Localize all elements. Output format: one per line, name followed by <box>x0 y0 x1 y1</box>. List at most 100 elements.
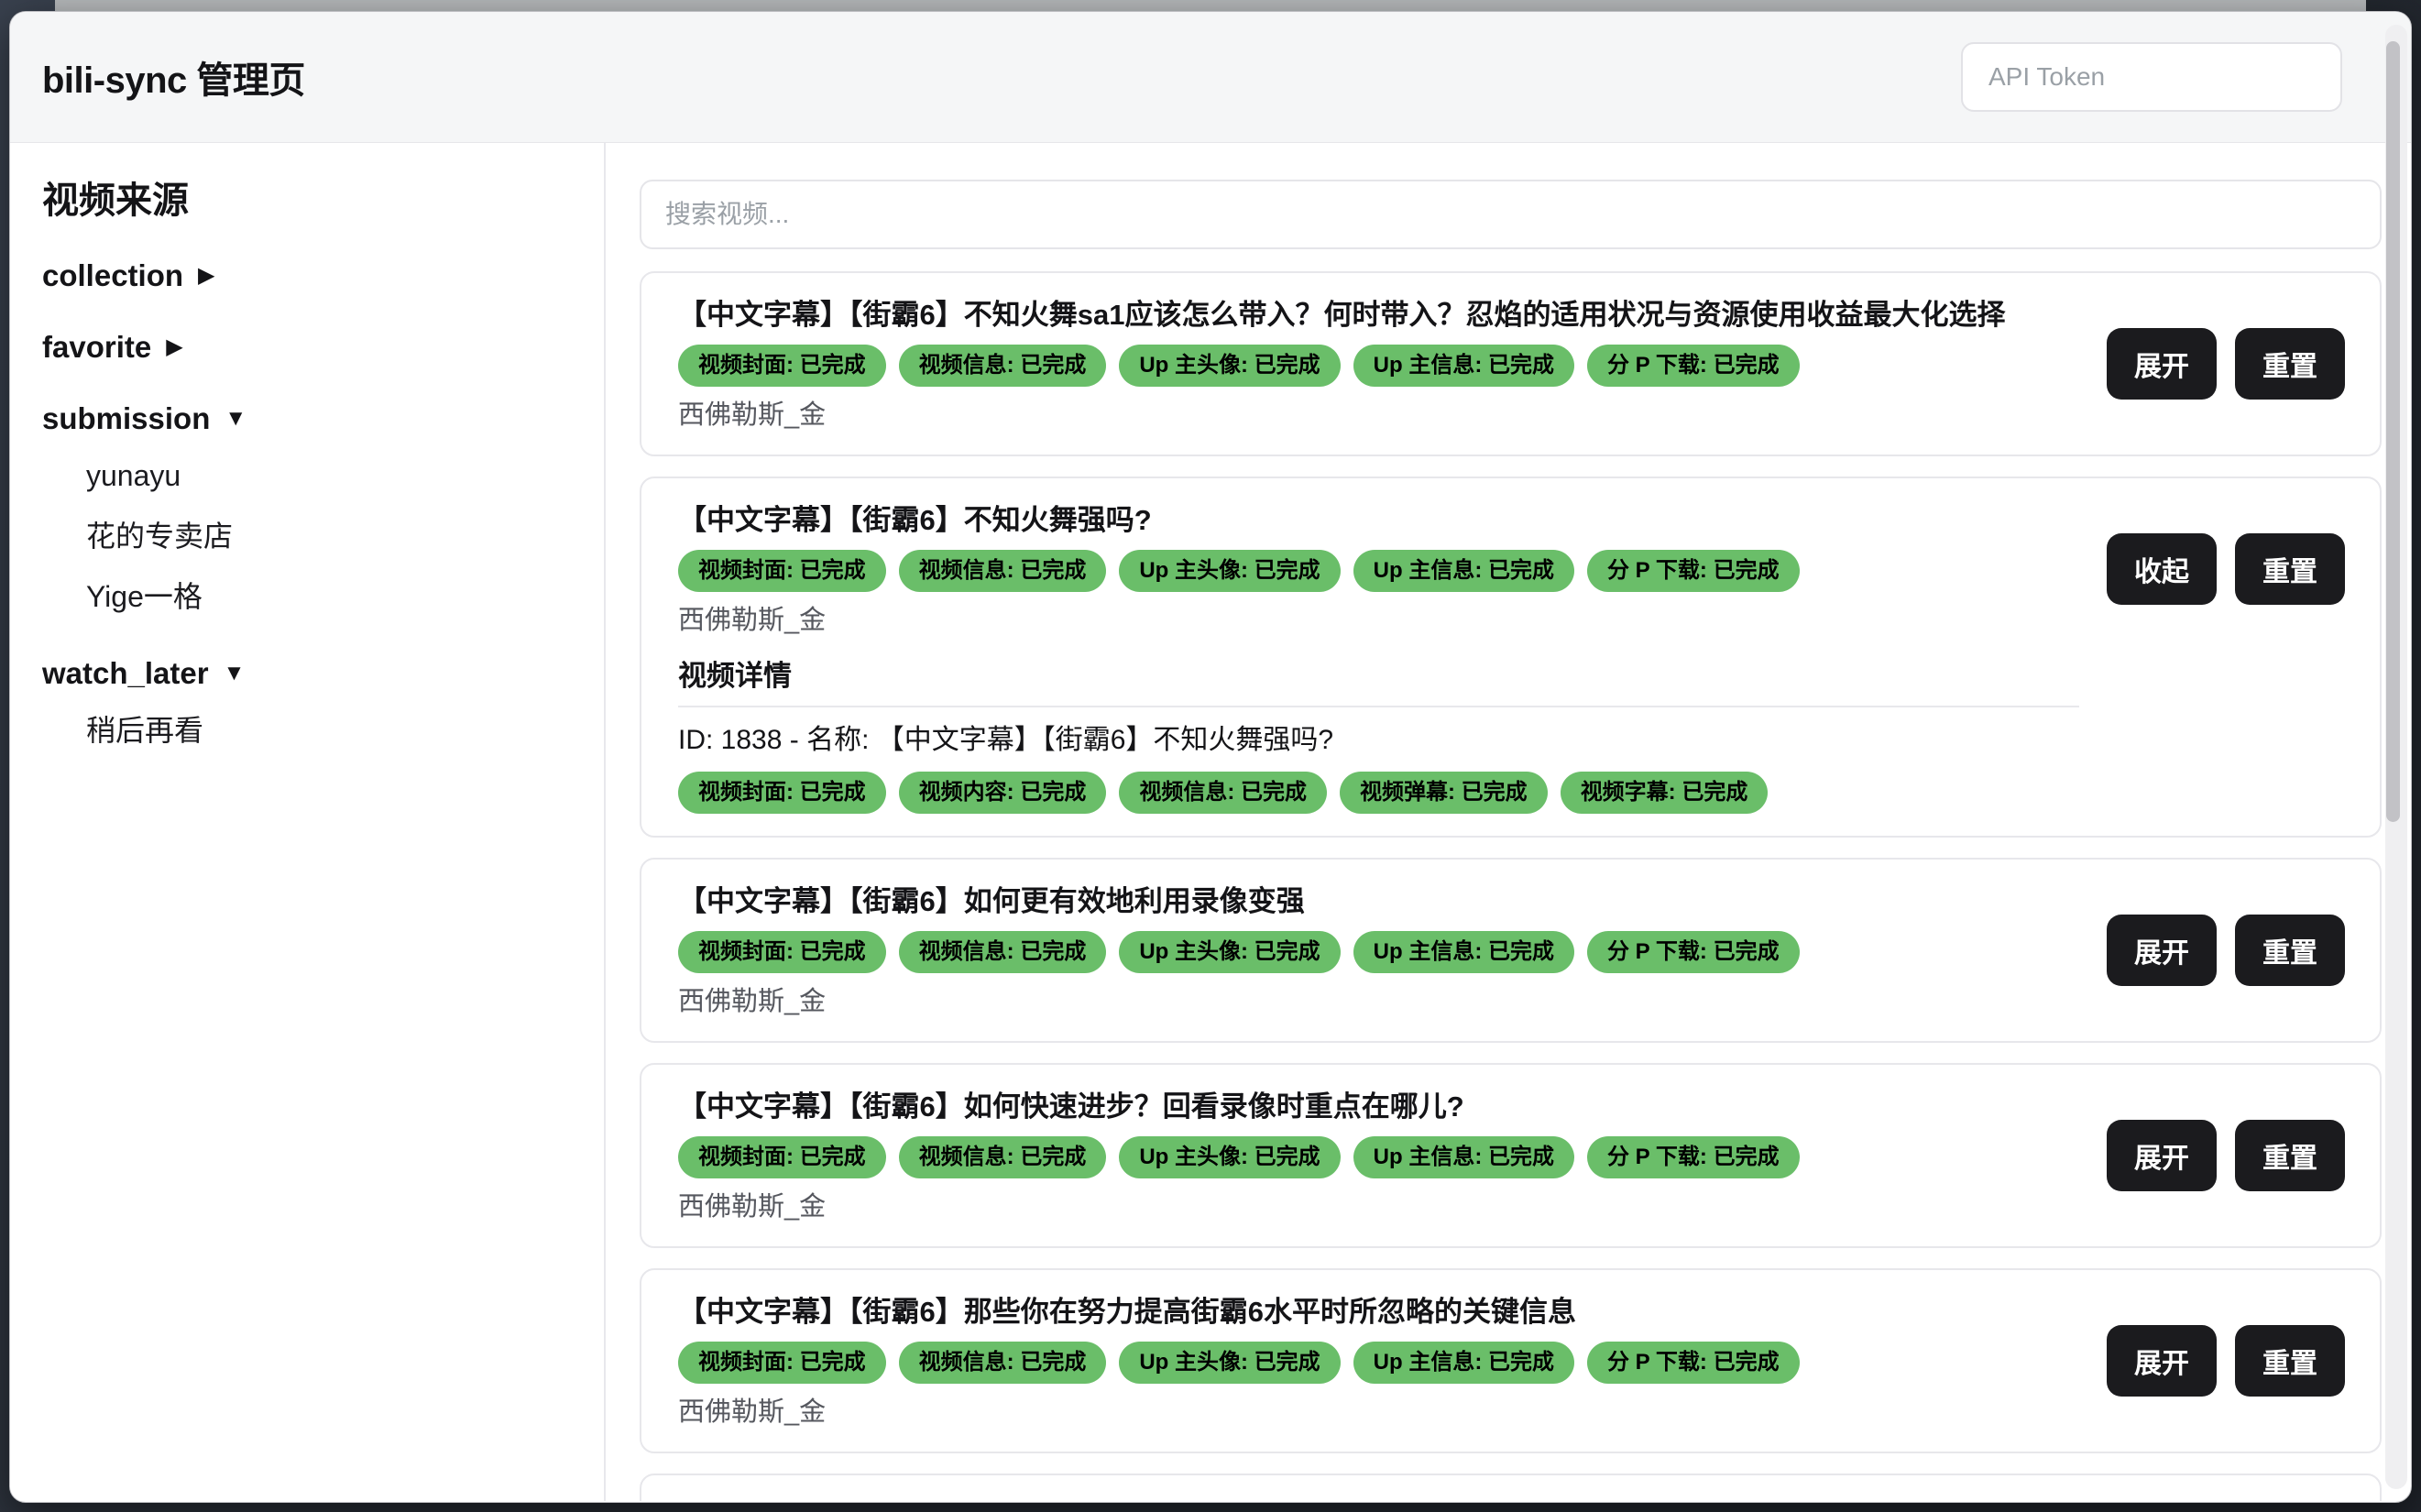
status-badge: 视频封面: 已完成 <box>678 1342 886 1384</box>
video-card: 【中文字幕】【街霸6】如何更有效地利用录像变强 视频封面: 已完成视频信息: 已… <box>640 858 2382 1043</box>
status-badge: 视频内容: 已完成 <box>899 772 1107 814</box>
status-badge: 视频封面: 已完成 <box>678 550 886 592</box>
video-details-heading: 视频详情 <box>678 658 2079 695</box>
expand-arrow-icon: ▼ <box>224 653 246 694</box>
status-badge: 视频信息: 已完成 <box>899 345 1107 387</box>
uploader-name: 西佛勒斯_金 <box>678 603 2079 638</box>
video-card: 【中文字幕】【街霸6】如何快速进步？回看录像时重点在哪儿? 视频封面: 已完成视… <box>640 1063 2382 1248</box>
expand-button[interactable]: 展开 <box>2107 1325 2217 1397</box>
status-badge: 分 P 下载: 已完成 <box>1587 1136 1800 1178</box>
card-actions: 展开 重置 <box>2107 328 2345 400</box>
video-status-badges: 视频封面: 已完成视频信息: 已完成 Up 主头像: 已完成 Up 主信息: 已完成… <box>678 1342 2079 1384</box>
card-actions: 展开 重置 <box>2107 1325 2345 1397</box>
app-window: bili-sync 管理页 视频来源 collection ▶ favorite… <box>9 11 2412 1503</box>
scrollbar-thumb[interactable] <box>2386 41 2400 822</box>
uploader-name: 西佛勒斯_金 <box>678 984 2079 1019</box>
sidebar-group-row[interactable]: watch_later ▼ <box>42 653 576 694</box>
video-card: 【中文字幕】【街霸6】那些你在努力提高街霸6水平时所忽略的关键信息 视频封面: … <box>640 1268 2382 1453</box>
status-badge: 视频弹幕: 已完成 <box>1340 772 1548 814</box>
status-badge: 分 P 下载: 已完成 <box>1587 1342 1800 1384</box>
video-details: 视频详情 ID: 1838 - 名称: 【中文字幕】【街霸6】不知火舞强吗? 视… <box>678 658 2079 814</box>
status-badge: Up 主信息: 已完成 <box>1353 1136 1574 1178</box>
video-status-badges: 视频封面: 已完成视频信息: 已完成Up 主头像: 已完成Up 主信息: 已完成… <box>678 931 2079 973</box>
video-card-content: 【中文字幕】【街霸6】如何选择进攻选项? 视频封面: 已完成视频信息: 已完成U… <box>678 1499 2079 1501</box>
status-badge: Up 主信息: 已完成 <box>1353 1342 1574 1384</box>
sidebar-groups: collection ▶ favorite ▶ submission ▼ yun… <box>42 256 576 751</box>
reset-button[interactable]: 重置 <box>2235 1120 2345 1191</box>
expand-arrow-icon: ▶ <box>198 256 214 296</box>
video-card-content: 【中文字幕】【街霸6】如何更有效地利用录像变强 视频封面: 已完成视频信息: 已… <box>678 883 2079 1019</box>
video-status-badges: 视频封面: 已完成视频信息: 已完成Up 主头像: 已完成Up 主信息: 已完成… <box>678 1136 2079 1178</box>
app-header: bili-sync 管理页 <box>10 12 2411 143</box>
expand-button[interactable]: 展开 <box>2107 1120 2217 1191</box>
video-card-content: 【中文字幕】【街霸6】那些你在努力提高街霸6水平时所忽略的关键信息 视频封面: … <box>678 1294 2079 1430</box>
uploader-name: 西佛勒斯_金 <box>678 1395 2079 1430</box>
sidebar-video-sources: 视频来源 collection ▶ favorite ▶ submission … <box>10 143 606 1501</box>
sidebar-group-row[interactable]: submission ▼ <box>42 399 576 439</box>
status-badge: 视频封面: 已完成 <box>678 772 886 814</box>
card-actions: 展开 重置 <box>2107 1120 2345 1191</box>
sidebar-group: collection ▶ <box>42 256 576 296</box>
reset-button[interactable]: 重置 <box>2235 533 2345 605</box>
status-badge: Up 主信息: 已完成 <box>1353 550 1574 592</box>
sidebar-child-item[interactable]: 花的专卖店 <box>86 516 576 556</box>
reset-button[interactable]: 重置 <box>2235 915 2345 986</box>
status-badge: Up 主头像: 已完成 <box>1119 550 1340 592</box>
sidebar-group-children: 稍后再看 <box>42 710 576 751</box>
sidebar-child-item[interactable]: yunayu <box>86 455 576 496</box>
main-content: 【中文字幕】【街霸6】不知火舞sa1应该怎么带入？何时带入？忍焰的适用状况与资源… <box>606 143 2411 1501</box>
sidebar-group-label: submission <box>42 399 210 439</box>
reset-button[interactable]: 重置 <box>2235 1325 2345 1397</box>
video-title: 【中文字幕】【街霸6】如何选择进攻选项? <box>678 1499 2079 1501</box>
uploader-name: 西佛勒斯_金 <box>678 398 2079 433</box>
sidebar-group: watch_later ▼ 稍后再看 <box>42 653 576 751</box>
status-badge: 分 P 下载: 已完成 <box>1587 931 1800 973</box>
status-badge: Up 主头像: 已完成 <box>1119 1342 1340 1384</box>
status-badge: 视频信息: 已完成 <box>899 1136 1107 1178</box>
video-title: 【中文字幕】【街霸6】如何更有效地利用录像变强 <box>678 883 2079 920</box>
video-status-badges: 视频封面: 已完成视频信息: 已完成Up 主头像: 已完成Up 主信息: 已完成… <box>678 550 2079 592</box>
video-details-summary: ID: 1838 - 名称: 【中文字幕】【街霸6】不知火舞强吗? <box>678 722 2079 759</box>
sidebar-group-row[interactable]: favorite ▶ <box>42 327 576 367</box>
body-row: 视频来源 collection ▶ favorite ▶ submission … <box>10 143 2411 1501</box>
sidebar-heading: 视频来源 <box>42 177 576 225</box>
video-card: 【中文字幕】【街霸6】如何选择进攻选项? 视频封面: 已完成视频信息: 已完成U… <box>640 1474 2382 1501</box>
expand-arrow-icon: ▼ <box>225 399 246 439</box>
scrollbar-track[interactable] <box>2385 25 2407 1489</box>
status-badge: 视频信息: 已完成 <box>1119 772 1327 814</box>
status-badge: Up 主信息: 已完成 <box>1353 931 1574 973</box>
status-badge: Up 主信息: 已完成 <box>1353 345 1574 387</box>
expand-button[interactable]: 展开 <box>2107 328 2217 400</box>
uploader-name: 西佛勒斯_金 <box>678 1189 2079 1224</box>
expand-button[interactable]: 展开 <box>2107 915 2217 986</box>
status-badge: 分 P 下载: 已完成 <box>1587 550 1800 592</box>
sidebar-group-row[interactable]: collection ▶ <box>42 256 576 296</box>
video-card: 【中文字幕】【街霸6】不知火舞sa1应该怎么带入？何时带入？忍焰的适用状况与资源… <box>640 271 2382 456</box>
status-badge: 视频字幕: 已完成 <box>1561 772 1769 814</box>
search-input[interactable] <box>640 180 2382 249</box>
video-title: 【中文字幕】【街霸6】那些你在努力提高街霸6水平时所忽略的关键信息 <box>678 1294 2079 1331</box>
status-badge: 视频封面: 已完成 <box>678 931 886 973</box>
sidebar-group: submission ▼ yunayu 花的专卖店 Yige一格 <box>42 399 576 617</box>
status-badge: Up 主头像: 已完成 <box>1119 1136 1340 1178</box>
sidebar-group-label: favorite <box>42 327 151 367</box>
api-token-input[interactable] <box>1961 42 2342 112</box>
video-card-content: 【中文字幕】【街霸6】不知火舞sa1应该怎么带入？何时带入？忍焰的适用状况与资源… <box>678 297 2079 433</box>
sidebar-group-label: collection <box>42 256 183 296</box>
details-divider <box>678 706 2079 707</box>
sidebar-child-item[interactable]: 稍后再看 <box>86 710 576 751</box>
expand-arrow-icon: ▶ <box>166 327 182 367</box>
sidebar-child-item[interactable]: Yige一格 <box>86 576 576 617</box>
reset-button[interactable]: 重置 <box>2235 328 2345 400</box>
status-badge: Up 主头像: 已完成 <box>1119 931 1340 973</box>
status-badge: 视频信息: 已完成 <box>899 1342 1107 1384</box>
page-title: bili-sync 管理页 <box>42 50 305 104</box>
video-card-content: 【中文字幕】【街霸6】不知火舞强吗? 视频封面: 已完成视频信息: 已完成Up … <box>678 502 2079 814</box>
video-card-content: 【中文字幕】【街霸6】如何快速进步？回看录像时重点在哪儿? 视频封面: 已完成视… <box>678 1089 2079 1224</box>
status-badge: Up 主头像: 已完成 <box>1119 345 1340 387</box>
video-title: 【中文字幕】【街霸6】不知火舞强吗? <box>678 502 2079 539</box>
sidebar-group-children: yunayu 花的专卖店 Yige一格 <box>42 455 576 617</box>
video-title: 【中文字幕】【街霸6】不知火舞sa1应该怎么带入？何时带入？忍焰的适用状况与资源… <box>678 297 2079 334</box>
details-status-badges: 视频封面: 已完成视频内容: 已完成视频信息: 已完成视频弹幕: 已完成视频字幕… <box>678 772 2079 814</box>
expand-button[interactable]: 收起 <box>2107 533 2217 605</box>
